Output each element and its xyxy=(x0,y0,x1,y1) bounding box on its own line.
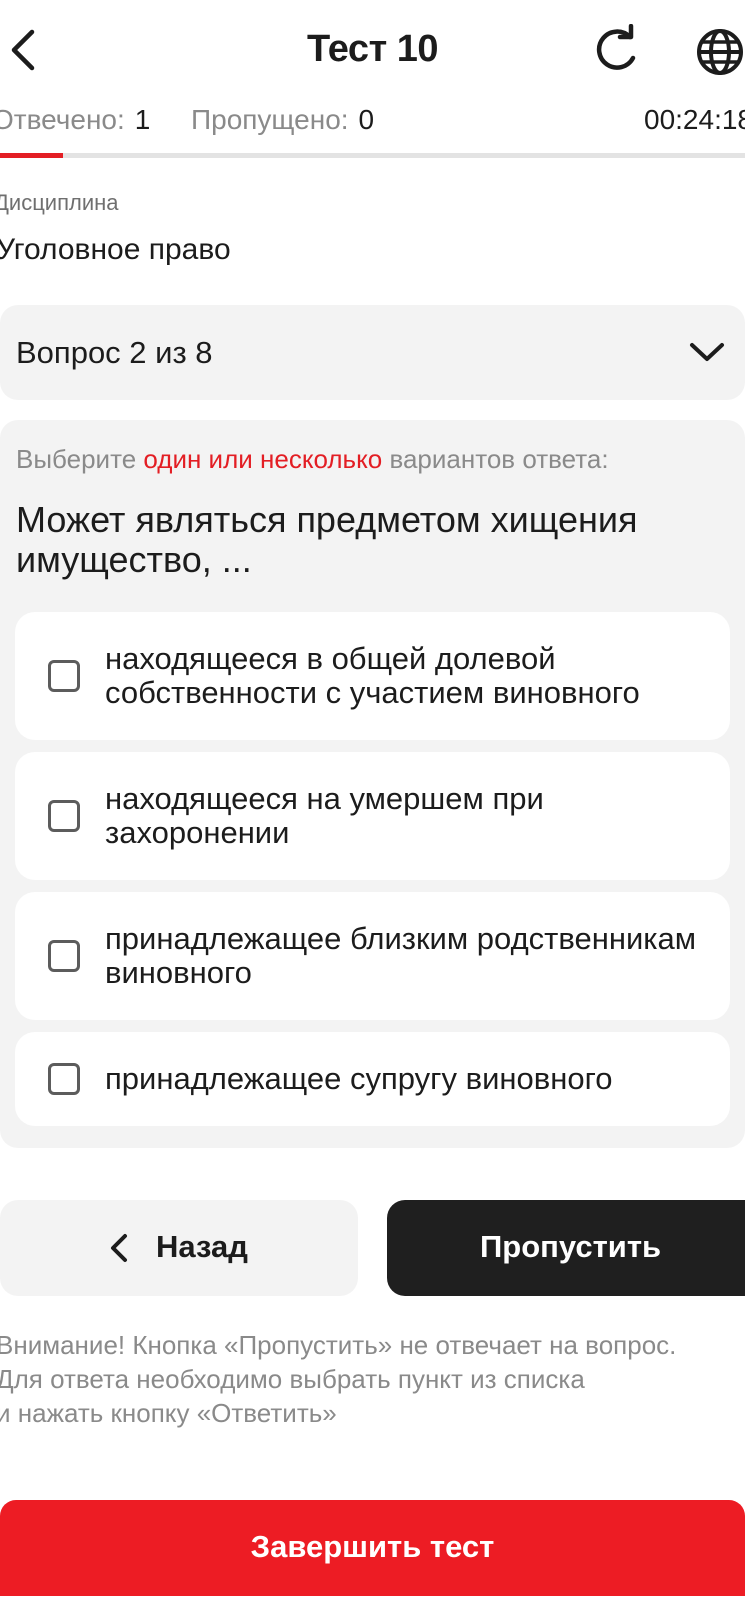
skipped-stat: Пропущено: 0 xyxy=(191,104,374,136)
question-text: Может являться предметом хищения имущест… xyxy=(16,499,638,580)
skip-label: Пропустить xyxy=(480,1229,662,1264)
skip-warning-note: Внимание! Кнопка «Пропустить» не отвечае… xyxy=(0,1328,745,1430)
finish-test-label: Завершить тест xyxy=(250,1529,495,1564)
option-checkbox[interactable] xyxy=(48,1063,80,1095)
back-nav-label: Назад xyxy=(156,1229,248,1264)
stats-bar: Отвечено: 1 Пропущено: 0 00:24:18 xyxy=(0,104,745,144)
instruction-suffix: вариантов ответа: xyxy=(389,444,609,474)
answered-label: Отвечено: xyxy=(0,104,125,135)
skipped-count: 0 xyxy=(358,104,375,135)
answer-instruction: Выберите один или несколько вариантов от… xyxy=(16,444,609,475)
chevron-down-icon xyxy=(690,343,724,361)
language-button[interactable] xyxy=(692,24,745,80)
option-label: находящееся на умершем при захоронении xyxy=(105,781,544,850)
skip-button[interactable]: Пропустить xyxy=(387,1200,745,1296)
answered-count: 1 xyxy=(134,104,151,135)
option-checkbox[interactable] xyxy=(48,660,80,692)
discipline-label: Дисциплина xyxy=(0,190,119,215)
finish-test-button[interactable]: Завершить тест xyxy=(0,1500,745,1596)
answer-option[interactable]: находящееся на умершем при захоронении xyxy=(15,752,730,880)
answer-option[interactable]: принадлежащее близким родственникам вино… xyxy=(15,892,730,1020)
note-line-2: Для ответа необходимо выбрать пункт из с… xyxy=(0,1364,585,1394)
test-screen: Тест 10 Отвечено: 1 Пропущено: 0 00:24:18 xyxy=(0,0,745,1612)
instruction-accent: один или несколько xyxy=(143,444,383,474)
back-nav-button[interactable]: Назад xyxy=(0,1200,358,1296)
progress-bar xyxy=(0,153,745,158)
option-label: находящееся в общей долевой собственност… xyxy=(105,641,640,710)
answer-option[interactable]: принадлежащее супругу виновного xyxy=(15,1032,730,1126)
option-checkbox[interactable] xyxy=(48,800,80,832)
refresh-icon xyxy=(596,23,636,70)
discipline-value: Уголовное право xyxy=(0,233,231,266)
header: Тест 10 xyxy=(0,0,745,100)
option-label: принадлежащее супругу виновного xyxy=(105,1061,613,1096)
note-line-1: Внимание! Кнопка «Пропустить» не отвечае… xyxy=(0,1330,677,1360)
progress-fill xyxy=(0,153,64,158)
answered-stat: Отвечено: 1 xyxy=(0,104,150,136)
skipped-label: Пропущено: xyxy=(191,104,349,135)
option-label: принадлежащее близким родственникам вино… xyxy=(105,921,697,990)
instruction-prefix: Выберите xyxy=(16,444,137,474)
question-selector-label: Вопрос 2 из 8 xyxy=(16,335,213,370)
question-selector[interactable]: Вопрос 2 из 8 xyxy=(0,305,745,400)
globe-icon xyxy=(697,29,743,75)
timer: 00:24:18 xyxy=(644,104,745,135)
option-checkbox[interactable] xyxy=(48,940,80,972)
question-panel: Выберите один или несколько вариантов от… xyxy=(0,420,745,1148)
answer-option[interactable]: находящееся в общей долевой собственност… xyxy=(15,612,730,740)
note-line-3: и нажать кнопку «Ответить» xyxy=(0,1398,337,1428)
chevron-left-icon xyxy=(111,1234,127,1262)
refresh-button[interactable] xyxy=(590,23,642,78)
